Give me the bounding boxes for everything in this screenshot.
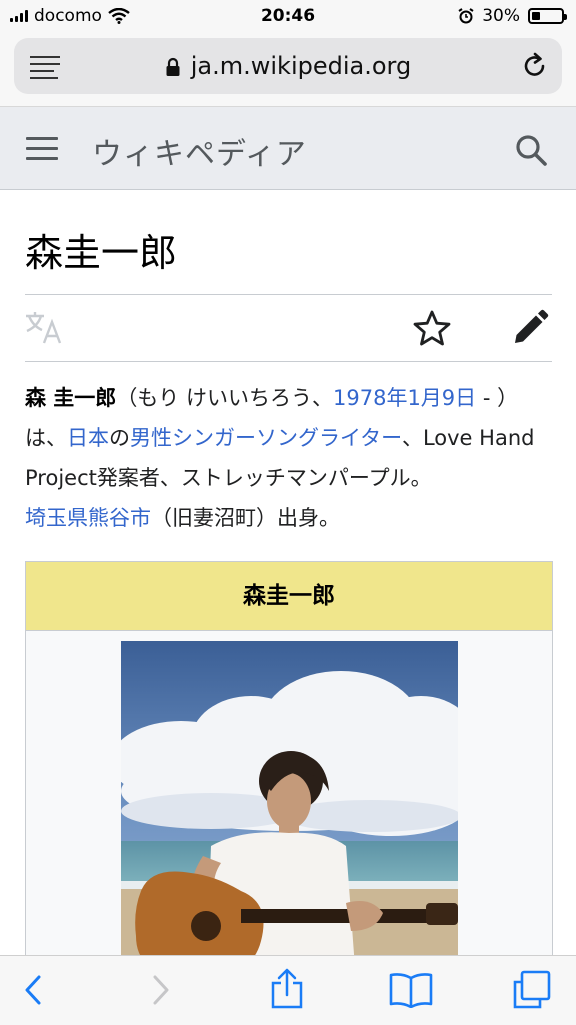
bottom-toolbar	[0, 955, 576, 1025]
action-divider	[25, 361, 552, 362]
url-display[interactable]: ja.m.wikipedia.org	[14, 52, 562, 80]
edit-pencil-icon[interactable]	[511, 309, 549, 347]
infobox: 森圭一郎	[25, 561, 553, 981]
country-link[interactable]: 日本	[67, 426, 109, 450]
language-icon[interactable]	[24, 310, 64, 346]
search-icon[interactable]	[514, 133, 548, 167]
birthplace-link[interactable]: 埼玉県熊谷市	[25, 506, 151, 530]
share-icon[interactable]	[270, 968, 304, 1010]
birthplace-rest-text: （旧妻沼町）出身。	[151, 506, 340, 530]
address-bar[interactable]: ja.m.wikipedia.org	[14, 38, 562, 94]
site-name[interactable]: ウィキペディア	[92, 129, 307, 173]
star-icon[interactable]	[412, 309, 452, 347]
site-header: ウィキペディア	[0, 107, 576, 190]
lede-paragraph: 森 圭一郎（もり けいいちろう、1978年1月9日 - ）は、日本の男性シンガー…	[25, 378, 555, 538]
portrait-photo[interactable]	[121, 641, 458, 980]
url-text: ja.m.wikipedia.org	[190, 52, 412, 80]
battery-fill	[532, 12, 540, 20]
occupation-link[interactable]: 男性シンガーソングライター	[130, 426, 402, 450]
particle-text: の	[109, 426, 130, 450]
portrait-image	[121, 641, 458, 980]
page-title: 森圭一郎	[25, 231, 178, 275]
battery-icon	[528, 8, 567, 24]
birthdate-link[interactable]: 1978年1月9日	[333, 386, 476, 410]
forward-chevron-icon[interactable]	[150, 974, 172, 1006]
reading-text: （もり けいいちろう、	[116, 386, 333, 410]
battery-percent: 30%	[482, 6, 520, 26]
alarm-icon	[458, 8, 474, 24]
hamburger-menu-icon[interactable]	[26, 137, 58, 167]
status-right: 30%	[458, 6, 567, 26]
status-bar: docomo 20:46 30%	[0, 0, 576, 34]
reload-icon[interactable]	[522, 52, 548, 80]
lock-icon	[166, 57, 180, 76]
bookmarks-icon[interactable]	[388, 972, 434, 1008]
infobox-title: 森圭一郎	[26, 562, 552, 631]
tabs-icon[interactable]	[512, 970, 552, 1010]
subject-name: 森 圭一郎	[25, 386, 117, 410]
back-chevron-icon[interactable]	[22, 974, 44, 1006]
browser-chrome: ja.m.wikipedia.org	[0, 34, 576, 107]
title-divider	[25, 294, 552, 295]
